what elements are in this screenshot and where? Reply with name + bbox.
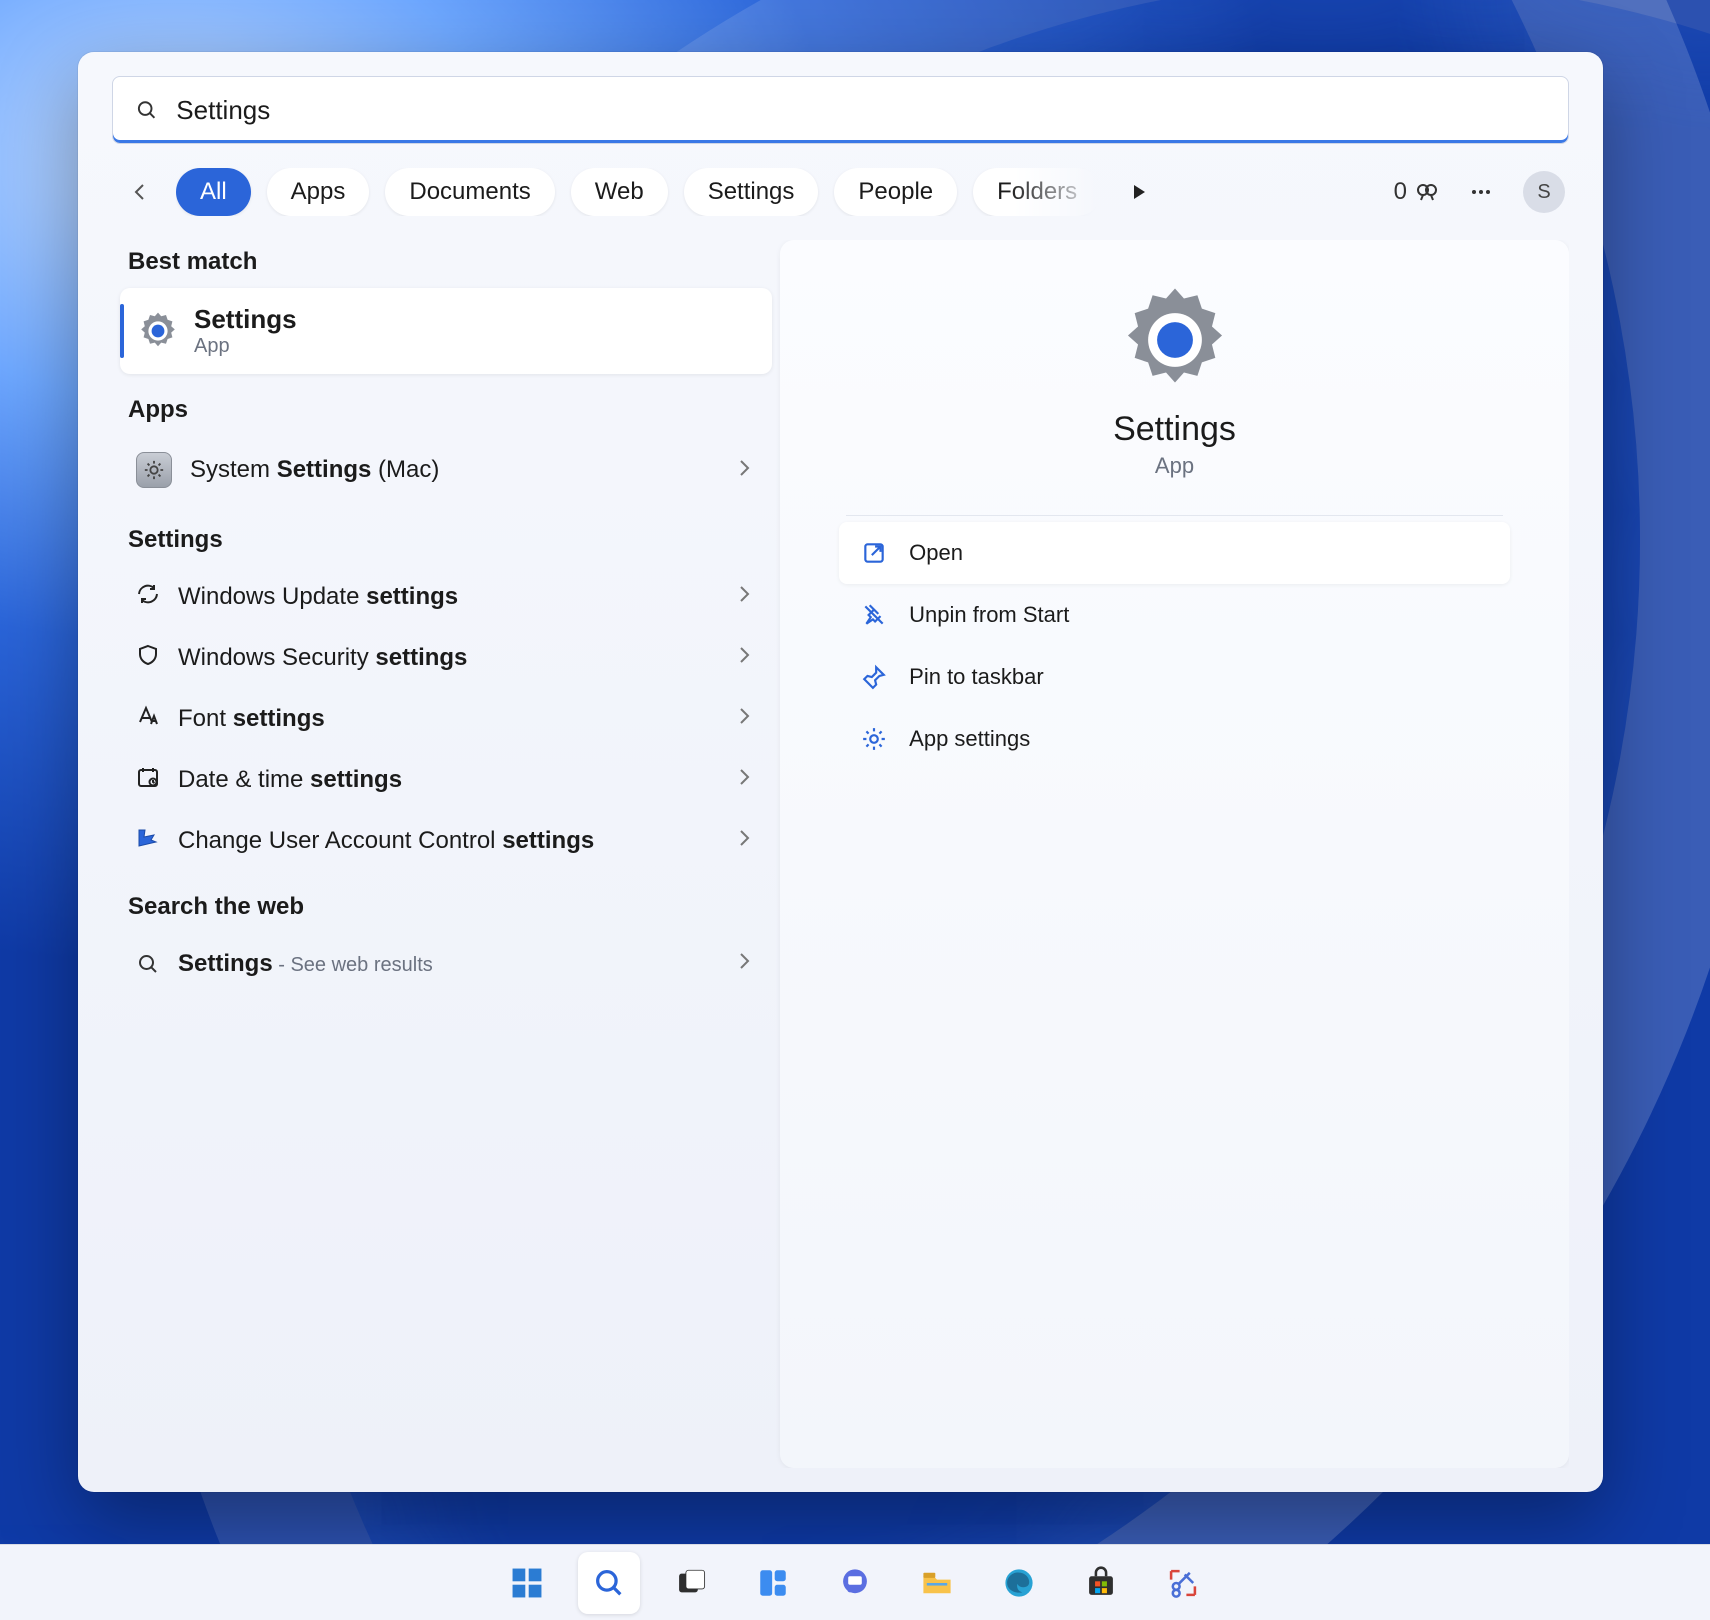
gear-icon (138, 311, 178, 351)
rewards-icon (1415, 180, 1439, 204)
chevron-right-icon (732, 704, 756, 733)
user-avatar[interactable]: S (1523, 171, 1565, 213)
back-button[interactable] (122, 173, 160, 211)
options-button[interactable] (1467, 178, 1495, 206)
filter-web[interactable]: Web (571, 168, 668, 216)
chevron-right-icon (732, 643, 756, 672)
chat-button[interactable] (824, 1552, 886, 1614)
row-icon (136, 765, 160, 794)
snipping-tool-button[interactable] (1152, 1552, 1214, 1614)
filter-folders[interactable]: Folders (973, 168, 1101, 216)
settings-result[interactable]: Font settings (120, 688, 772, 749)
chevron-right-icon (732, 949, 756, 978)
settings-result[interactable]: Windows Update settings (120, 566, 772, 627)
action-label: App settings (909, 726, 1030, 752)
section-title-bestmatch: Best match (128, 248, 764, 276)
best-match-name: Settings (194, 304, 297, 335)
filter-documents[interactable]: Documents (385, 168, 554, 216)
result-preview: Settings App Open Unpin from Start Pin to … (780, 240, 1569, 1468)
more-filters-button[interactable] (1125, 178, 1153, 206)
row-icon (136, 704, 160, 733)
search-icon (592, 1566, 626, 1600)
preview-type: App (1155, 453, 1194, 479)
row-icon (136, 826, 160, 855)
best-match-type: App (194, 335, 297, 358)
search-bar (112, 76, 1569, 144)
system-preferences-icon (136, 452, 172, 488)
start-button[interactable] (496, 1552, 558, 1614)
action-open[interactable]: Open (839, 522, 1510, 584)
rewards-points: 0 (1394, 178, 1407, 206)
web-result[interactable]: Settings - See web results (120, 933, 772, 994)
settings-result[interactable]: Windows Security settings (120, 627, 772, 688)
task-view-button[interactable] (660, 1552, 722, 1614)
search-filters: All Apps Documents Web Settings People Folders… (112, 162, 1569, 216)
settings-result[interactable]: Change User Account Control settings (120, 810, 772, 871)
action-label: Open (909, 540, 963, 566)
action-label: Pin to taskbar (909, 664, 1044, 690)
action-unpin[interactable]: Unpin from Start (839, 584, 1510, 646)
action-gear[interactable]: App settings (839, 708, 1510, 770)
filter-people[interactable]: People (834, 168, 957, 216)
preview-title: Settings (1113, 410, 1236, 449)
open-icon (861, 540, 887, 566)
filter-all[interactable]: All (176, 168, 251, 216)
section-title-settings: Settings (128, 526, 764, 554)
user-initial: S (1537, 181, 1550, 204)
filter-apps[interactable]: Apps (267, 168, 370, 216)
file-explorer-button[interactable] (906, 1552, 968, 1614)
result-text: Change User Account Control settings (178, 827, 594, 855)
chevron-right-icon (732, 582, 756, 611)
gear-icon (1119, 284, 1231, 396)
apps-result[interactable]: System Settings (Mac) (120, 436, 772, 504)
gear-icon (861, 726, 887, 752)
rewards-counter[interactable]: 0 (1394, 178, 1439, 206)
taskbar (0, 1544, 1710, 1620)
web-result-text: Settings - See web results (178, 950, 433, 978)
store-button[interactable] (1070, 1552, 1132, 1614)
row-icon (136, 643, 160, 672)
result-text: Font settings (178, 705, 325, 733)
divider (846, 515, 1502, 516)
filter-settings[interactable]: Settings (684, 168, 819, 216)
snip-icon (1166, 1566, 1200, 1600)
chat-icon (838, 1566, 872, 1600)
results-list: Best match Settings App Apps System Sett… (112, 240, 772, 1468)
result-text: Windows Security settings (178, 644, 467, 672)
widgets-button[interactable] (742, 1552, 804, 1614)
windows-icon (510, 1566, 544, 1600)
unpin-icon (861, 602, 887, 628)
widgets-icon (756, 1566, 790, 1600)
edge-icon (1002, 1566, 1036, 1600)
search-icon (136, 952, 160, 976)
search-icon (135, 98, 158, 122)
result-text: Windows Update settings (178, 583, 458, 611)
chevron-right-icon (732, 826, 756, 855)
search-input[interactable] (176, 95, 1546, 126)
edge-button[interactable] (988, 1552, 1050, 1614)
start-search-panel: All Apps Documents Web Settings People Folders… (78, 52, 1603, 1492)
chevron-right-icon (732, 765, 756, 794)
result-text: System Settings (Mac) (190, 456, 439, 484)
action-pin[interactable]: Pin to taskbar (839, 646, 1510, 708)
store-icon (1084, 1566, 1118, 1600)
section-title-apps: Apps (128, 396, 764, 424)
folder-icon (920, 1566, 954, 1600)
chevron-right-icon (732, 456, 756, 485)
row-icon (136, 582, 160, 611)
settings-result[interactable]: Date & time settings (120, 749, 772, 810)
pin-icon (861, 664, 887, 690)
action-label: Unpin from Start (909, 602, 1069, 628)
taskview-icon (674, 1566, 708, 1600)
section-title-web: Search the web (128, 893, 764, 921)
best-match-result[interactable]: Settings App (120, 288, 772, 374)
taskbar-search-button[interactable] (578, 1552, 640, 1614)
result-text: Date & time settings (178, 766, 402, 794)
ellipsis-icon (1469, 180, 1493, 204)
